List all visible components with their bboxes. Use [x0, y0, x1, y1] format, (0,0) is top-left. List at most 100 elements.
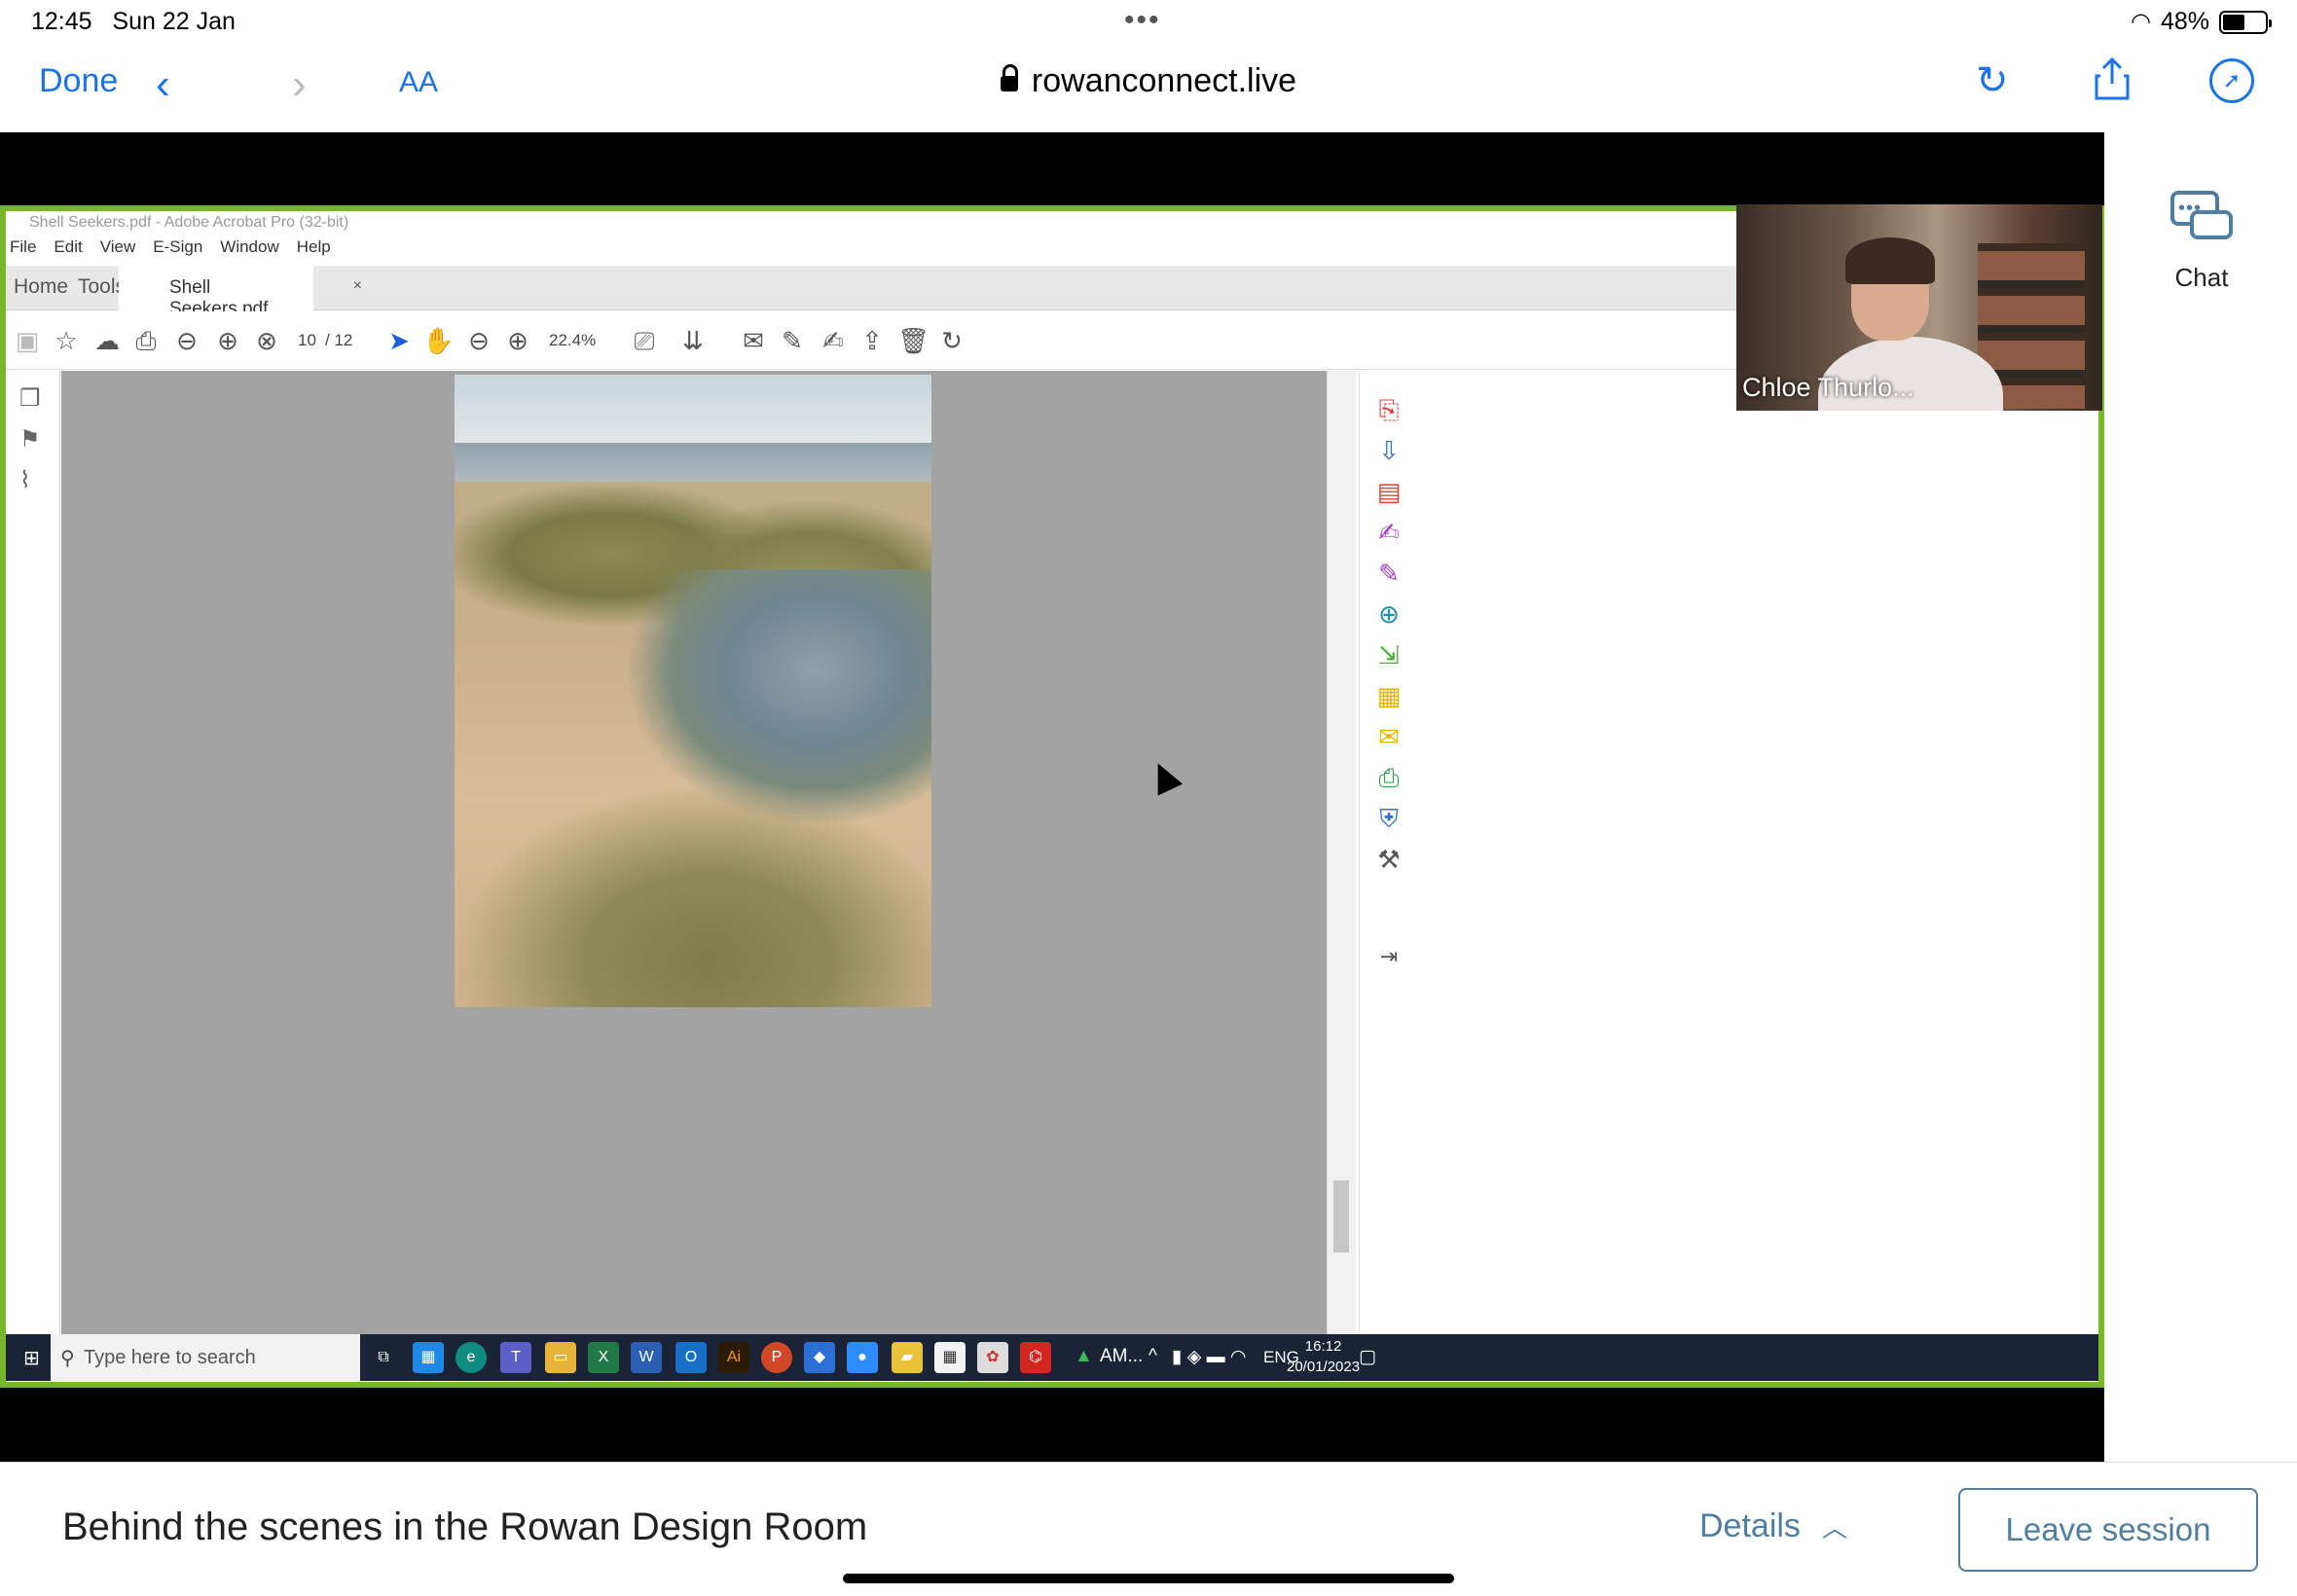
outlook-icon[interactable]: O	[675, 1342, 707, 1373]
store-icon[interactable]: ▦	[413, 1342, 444, 1373]
print-production-icon[interactable]: ⎙	[1375, 764, 1403, 791]
task-view-icon[interactable]: ⧉	[368, 1342, 399, 1373]
request-signature-icon[interactable]: ✍	[1375, 519, 1403, 546]
windows-taskbar: ⊞ ⚲ Type here to search ⧉ ▦ e T ▭ X W O …	[6, 1334, 2098, 1381]
acrobat-tools-rail: ⎘ ⇩ ▤ ✍ ✎ ⊕ ⇲ ▦ ✉ ⎙ ⛨ ⚒ ⇥	[1359, 371, 1417, 1334]
page-number-input[interactable]: 10	[298, 331, 316, 350]
details-label: Details	[1699, 1507, 1801, 1544]
tray-icons[interactable]: ▮ ◈ ▬ ◠	[1172, 1346, 1246, 1368]
leave-session-button[interactable]: Leave session	[1958, 1488, 2258, 1572]
comment-tool-icon[interactable]: ✉	[1375, 723, 1403, 750]
chat-button[interactable]: ••• Chat	[2143, 191, 2260, 308]
save-icon[interactable]: ▣	[12, 325, 43, 356]
document-viewer[interactable]	[61, 371, 1327, 1334]
chat-label: Chat	[2174, 263, 2229, 292]
zoom-level[interactable]: 22.4%	[549, 331, 596, 350]
edge-icon[interactable]: e	[456, 1342, 487, 1373]
side-panel: ••• Chat	[2104, 132, 2297, 1462]
tray-chevron-icon[interactable]: ^	[1148, 1346, 1157, 1367]
teams-icon[interactable]: T	[500, 1342, 531, 1373]
pdf-page-photo	[455, 375, 931, 1007]
protect-icon[interactable]: ⛨	[1375, 805, 1403, 832]
tab-document[interactable]: Shell Seekers.pdf ×	[119, 266, 362, 319]
folder-icon[interactable]: ▰	[892, 1342, 923, 1373]
zoom-out-icon[interactable]: ⊖	[463, 325, 494, 356]
find-icon[interactable]: ⊖	[171, 325, 202, 356]
calendar-icon[interactable]: ▦	[934, 1342, 966, 1373]
taskbar-search-placeholder: Type here to search	[84, 1347, 256, 1368]
tray-app-label[interactable]: AM...	[1100, 1346, 1143, 1367]
powerpoint-icon[interactable]: P	[761, 1342, 792, 1373]
create-pdf-icon[interactable]: ⎘	[1375, 396, 1403, 423]
page-down-icon[interactable]: ⊗	[251, 325, 282, 356]
attachment-icon[interactable]: ⌇	[19, 466, 47, 493]
print-icon[interactable]: ⎙	[130, 325, 162, 356]
compress-pdf-icon[interactable]: ⇲	[1375, 641, 1403, 669]
export-pdf-icon[interactable]: ⇩	[1375, 437, 1403, 464]
select-cursor-icon[interactable]: ➤	[383, 325, 415, 356]
menu-file[interactable]: File	[10, 237, 36, 257]
comment-icon[interactable]: ✉	[738, 325, 769, 356]
excel-icon[interactable]: X	[588, 1342, 619, 1373]
reload-icon[interactable]: ↻	[1976, 58, 2009, 103]
acrobat-taskbar-icon[interactable]: ⌬	[1020, 1342, 1051, 1373]
battery-icon	[2219, 10, 2272, 34]
app-icon[interactable]: ◆	[804, 1342, 835, 1373]
file-explorer-icon[interactable]: ▭	[545, 1342, 576, 1373]
compass-icon[interactable]: ➚	[2209, 58, 2254, 103]
more-tools-icon[interactable]: ⚒	[1375, 846, 1403, 873]
combine-files-icon[interactable]: ⊕	[1375, 600, 1403, 628]
wifi-icon: ◠	[2131, 9, 2151, 35]
delete-icon[interactable]: 🗑	[897, 325, 930, 356]
details-button[interactable]: Details ︿	[1699, 1507, 1847, 1545]
collapse-rail-icon[interactable]: ⇥	[1375, 943, 1403, 970]
word-icon[interactable]: W	[631, 1342, 662, 1373]
acrobat-menu-bar: File Edit View E-Sign Window Help	[6, 235, 331, 260]
cloud-upload-icon[interactable]: ☁	[91, 325, 123, 356]
scrollbar-thumb[interactable]	[1333, 1180, 1349, 1252]
status-right: ◠ 48%	[2131, 8, 2272, 36]
page-fit-icon[interactable]: ⎚	[629, 325, 660, 356]
multitasking-dots-icon[interactable]: •••	[1124, 4, 1161, 37]
tab-home[interactable]: Home	[14, 275, 68, 299]
menu-window[interactable]: Window	[220, 237, 278, 257]
session-bar: Behind the scenes in the Rowan Design Ro…	[0, 1462, 2297, 1596]
star-icon[interactable]: ☆	[51, 325, 82, 356]
bookmark-icon[interactable]: ⚑	[19, 425, 47, 453]
zoom-in-icon[interactable]: ⊕	[502, 325, 533, 356]
highlight-icon[interactable]: ✎	[777, 325, 808, 356]
hand-tool-icon[interactable]: ✋	[422, 325, 454, 356]
scan-ocr-icon[interactable]: ▦	[1375, 682, 1403, 709]
menu-edit[interactable]: Edit	[54, 237, 82, 257]
menu-esign[interactable]: E-Sign	[153, 237, 202, 257]
windows-start-icon[interactable]: ⊞	[23, 1348, 45, 1369]
menu-help[interactable]: Help	[297, 237, 331, 257]
lock-icon	[1000, 64, 1018, 91]
paint-icon[interactable]: ✿	[977, 1342, 1008, 1373]
share-icon[interactable]	[2093, 56, 2132, 101]
page-up-icon[interactable]: ⊕	[212, 325, 243, 356]
fill-sign-icon[interactable]: ✎	[1375, 560, 1403, 587]
zoom-app-icon[interactable]: ●	[847, 1342, 878, 1373]
taskbar-clock[interactable]: 16:12 20/01/2023	[1287, 1336, 1360, 1377]
close-tab-icon[interactable]: ×	[353, 277, 362, 295]
organize-pages-icon[interactable]: ▤	[1375, 478, 1403, 505]
participant-video-tile[interactable]: Chloe Thurlo...	[1736, 204, 2102, 411]
taskbar-search[interactable]: ⚲ Type here to search	[51, 1334, 360, 1381]
home-indicator[interactable]	[843, 1574, 1454, 1583]
scroll-mode-icon[interactable]: ⇊	[677, 325, 709, 356]
share-pdf-icon[interactable]: ⇪	[857, 325, 888, 356]
page-thumbnails-icon[interactable]: ❐	[19, 384, 47, 412]
rotate-icon[interactable]: ↻	[936, 325, 967, 356]
notification-icon[interactable]: ▢	[1359, 1346, 1376, 1368]
sign-icon[interactable]: ✍	[818, 325, 849, 356]
menu-view[interactable]: View	[100, 237, 136, 257]
address-bar[interactable]: rowanconnect.live	[0, 62, 2297, 100]
url-text: rowanconnect.live	[1031, 62, 1297, 99]
illustrator-icon[interactable]: Ai	[718, 1342, 749, 1373]
chat-icon: •••	[2170, 191, 2233, 245]
page-total: / 12	[325, 331, 353, 349]
chevron-up-icon: ︿	[1821, 1513, 1847, 1542]
tray-app-icon[interactable]: ▲	[1075, 1346, 1093, 1367]
vertical-scrollbar[interactable]	[1327, 371, 1356, 1334]
